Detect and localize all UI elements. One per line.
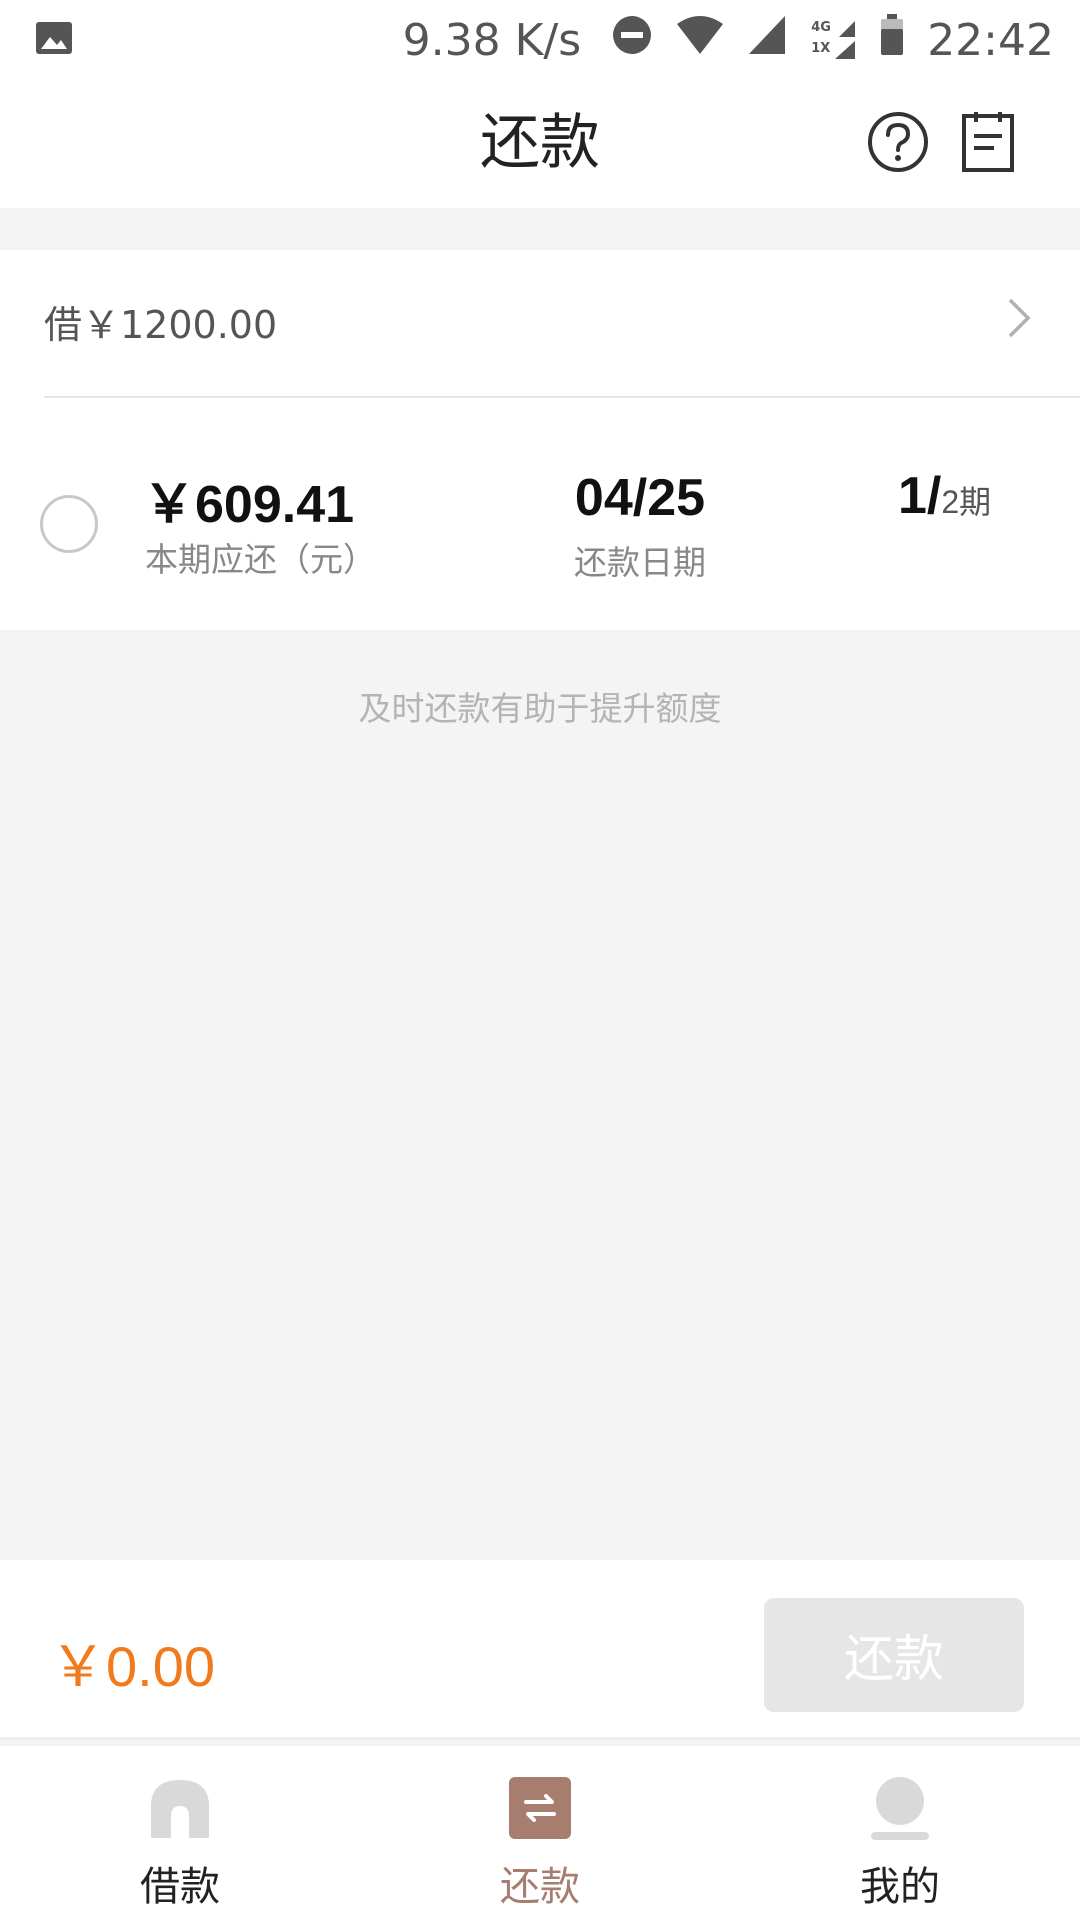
due-date-label: 还款日期 [574, 543, 706, 582]
status-bar: 9.38 K/s 4G 1X 22:42 [0, 0, 1080, 80]
title-bar: 还款 [0, 80, 1080, 208]
nav-label-mine: 我的 [860, 1864, 940, 1910]
home-icon [147, 1776, 213, 1846]
repayment-screen: 9.38 K/s 4G 1X 22:42 还款 借￥1200.00 ￥609.4… [0, 0, 1080, 1920]
installment-term: 1/2期 [898, 466, 991, 526]
nav-item-mine[interactable]: 我的 [720, 1746, 1080, 1920]
bill-icon[interactable] [960, 110, 1016, 178]
term-current: 1/ [898, 467, 942, 525]
installment-radio[interactable] [40, 495, 98, 553]
bottom-nav: 借款 还款 我的 [0, 1746, 1080, 1920]
network-speed: 9.38 K/s [402, 14, 582, 66]
signal-icon [747, 14, 787, 67]
profile-icon [867, 1776, 933, 1846]
wifi-icon [675, 14, 725, 67]
nav-label-borrow: 借款 [140, 1864, 220, 1910]
payment-total: ￥0.00 [50, 1635, 215, 1698]
help-icon[interactable] [866, 110, 930, 178]
term-total: 2期 [941, 484, 992, 520]
clock: 22:42 [927, 14, 1054, 66]
network-1x-label: 1X [811, 41, 831, 56]
battery-icon [879, 13, 905, 68]
network-4g-icon: 4G 1X [809, 19, 857, 61]
installment-amount: ￥609.41 [143, 476, 355, 534]
chevron-right-icon [1004, 294, 1034, 346]
do-not-disturb-icon [611, 14, 653, 67]
nav-item-repay[interactable]: 还款 [360, 1746, 720, 1920]
loan-card: 借￥1200.00 ￥609.41 本期应还（元） 04/25 还款日期 1/2… [0, 250, 1080, 630]
loan-principal: 借￥1200.00 [44, 303, 278, 347]
nav-label-repay: 还款 [500, 1864, 580, 1910]
loan-header[interactable]: 借￥1200.00 [44, 250, 1080, 398]
tip-text: 及时还款有助于提升额度 [358, 689, 722, 728]
installment-amount-label: 本期应还（元） [145, 540, 376, 579]
repay-button[interactable]: 还款 [764, 1598, 1024, 1712]
nav-item-borrow[interactable]: 借款 [0, 1746, 360, 1920]
network-4g-label: 4G [811, 20, 831, 35]
payment-bar: ￥0.00 还款 [0, 1560, 1080, 1740]
installment-row[interactable]: ￥609.41 本期应还（元） 04/25 还款日期 1/2期 [0, 400, 1080, 630]
gallery-icon [34, 18, 74, 62]
repay-icon [508, 1776, 572, 1844]
due-date: 04/25 [574, 469, 706, 527]
